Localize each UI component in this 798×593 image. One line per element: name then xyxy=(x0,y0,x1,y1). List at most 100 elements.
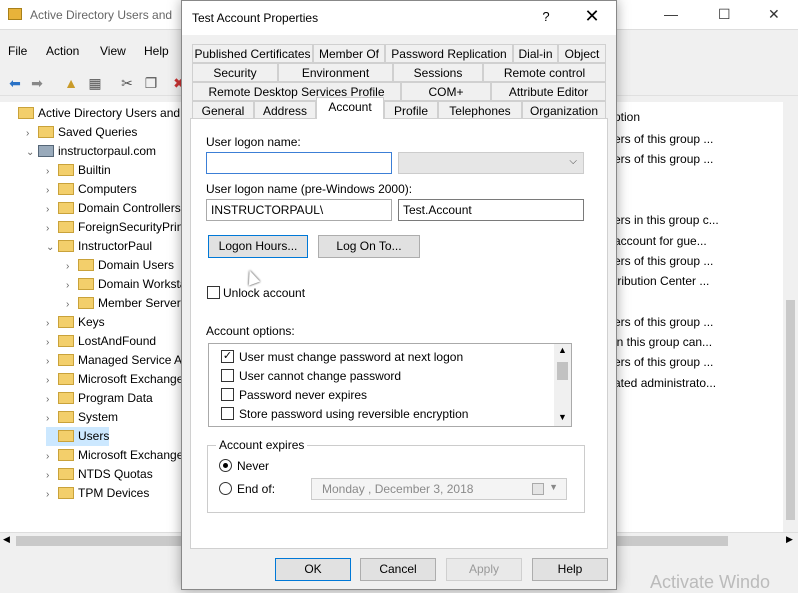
menu-view[interactable]: View xyxy=(100,44,126,58)
tree-item[interactable]: › TPM Devices xyxy=(46,484,149,503)
account-option-label[interactable]: Password never expires xyxy=(239,388,367,402)
tree-item[interactable]: › Microsoft Exchange xyxy=(46,446,182,466)
end-of-radio[interactable] xyxy=(219,482,232,495)
cut-icon[interactable]: ✂ xyxy=(118,74,136,92)
description-cell[interactable]: ated administrato... xyxy=(614,376,716,390)
help-icon[interactable]: ? xyxy=(538,9,554,24)
account-option-checkbox[interactable] xyxy=(221,407,234,420)
maximize-icon[interactable]: ☐ xyxy=(718,6,731,23)
tree-item[interactable]: › Builtin xyxy=(46,161,111,180)
description-cell[interactable]: ers of this group ... xyxy=(614,315,713,329)
back-arrow-icon[interactable]: ⬅ xyxy=(6,74,24,92)
scroll-down-icon[interactable]: ▼ xyxy=(558,412,567,422)
tree-expand-chevron-icon[interactable]: › xyxy=(46,200,58,219)
tab-published-certificates[interactable]: Published Certificates xyxy=(192,44,313,63)
help-button[interactable]: Help xyxy=(532,558,608,581)
tree-expand-chevron-icon[interactable]: › xyxy=(46,219,58,238)
description-cell[interactable]: tribution Center ... xyxy=(614,274,709,288)
tree-item[interactable]: ⌄ instructorpaul.com xyxy=(26,142,156,161)
tree-expand-chevron-icon[interactable]: › xyxy=(46,181,58,200)
account-options-list[interactable]: ✓ User must change password at next logon… xyxy=(208,343,572,427)
description-cell[interactable]: ers of this group ... xyxy=(614,132,713,146)
tab-security[interactable]: Security xyxy=(192,63,278,82)
up-folder-icon[interactable]: ▲ xyxy=(62,74,80,92)
scroll-right-icon[interactable]: ▶ xyxy=(786,534,793,545)
tree-expand-chevron-icon[interactable]: › xyxy=(46,390,58,409)
tree-item[interactable]: Active Directory Users and C xyxy=(6,104,182,123)
cancel-button[interactable]: Cancel xyxy=(360,558,436,581)
tab-com-plus[interactable]: COM+ xyxy=(401,82,491,101)
description-cell[interactable]: ers in this group c... xyxy=(614,213,719,227)
console-tree[interactable]: Active Directory Users and C › Saved Queri… xyxy=(0,102,183,532)
details-vertical-scrollbar[interactable] xyxy=(783,102,798,532)
tree-item[interactable]: › Computers xyxy=(46,180,137,199)
scroll-left-icon[interactable]: ◀ xyxy=(3,534,10,545)
tree-item[interactable]: › Domain Workstat xyxy=(66,275,182,295)
tree-item[interactable]: › Program Data xyxy=(46,389,153,408)
dialog-close-icon[interactable]: ✕ xyxy=(582,6,602,27)
tree-item[interactable]: › Domain Users xyxy=(66,256,174,275)
tab-password-replication[interactable]: Password Replication xyxy=(385,44,513,63)
description-cell[interactable]: in this group can... xyxy=(614,335,712,349)
tree-expand-chevron-icon[interactable]: ⌄ xyxy=(26,143,38,162)
tab-attribute-editor[interactable]: Attribute Editor xyxy=(491,82,606,101)
tree-item[interactable]: › Managed Service Ac xyxy=(46,351,182,370)
window-close-icon[interactable]: ✕ xyxy=(768,6,780,23)
details-pane[interactable]: ption ers of this group ... ers of this g… xyxy=(608,102,783,532)
copy-icon[interactable]: ❐ xyxy=(142,74,160,92)
tree-expand-chevron-icon[interactable]: › xyxy=(66,276,78,295)
tree-item[interactable]: › ForeignSecurityPrinc xyxy=(46,218,182,238)
tab-object[interactable]: Object xyxy=(558,44,606,63)
apply-button[interactable]: Apply xyxy=(446,558,522,581)
tree-expand-chevron-icon[interactable]: › xyxy=(46,485,58,504)
date-chevron-down-icon[interactable]: ▼ xyxy=(549,482,558,492)
account-option-checkbox[interactable] xyxy=(221,388,234,401)
sam-account-name-input[interactable]: Test.Account xyxy=(398,199,584,221)
account-option-label[interactable]: User cannot change password xyxy=(239,369,401,383)
tree-expand-chevron-icon[interactable]: › xyxy=(66,295,78,314)
upn-suffix-dropdown[interactable]: ⌵ xyxy=(398,152,584,174)
column-header-description[interactable]: ption xyxy=(614,110,640,124)
tab-environment[interactable]: Environment xyxy=(278,63,393,82)
tab-sessions[interactable]: Sessions xyxy=(393,63,483,82)
tab-remote-control[interactable]: Remote control xyxy=(483,63,606,82)
account-option-checkbox[interactable]: ✓ xyxy=(221,350,234,363)
tree-item[interactable]: › Microsoft Exchange xyxy=(46,370,182,390)
tree-item[interactable]: › NTDS Quotas xyxy=(46,465,153,484)
never-radio[interactable] xyxy=(219,459,232,472)
tree-expand-chevron-icon[interactable]: › xyxy=(46,371,58,390)
tree-item[interactable]: ⌄ InstructorPaul xyxy=(46,237,152,256)
forward-arrow-icon[interactable]: ➡ xyxy=(28,74,46,92)
menu-file[interactable]: File xyxy=(8,44,27,58)
never-label[interactable]: Never xyxy=(237,459,269,473)
tree-item[interactable]: › Member Servers xyxy=(66,294,182,314)
description-cell[interactable]: ers of this group ... xyxy=(614,355,713,369)
end-of-label[interactable]: End of: xyxy=(237,482,275,496)
tree-item[interactable]: › System xyxy=(46,408,118,427)
logon-hours-button[interactable]: Logon Hours... xyxy=(208,235,308,258)
tree-item[interactable]: › Domain Controllers xyxy=(46,199,181,218)
calendar-icon[interactable] xyxy=(532,483,544,495)
log-on-to-button[interactable]: Log On To... xyxy=(318,235,420,258)
end-of-date-picker[interactable]: Monday , December 3, 2018 ▼ xyxy=(311,478,567,500)
tab-member-of[interactable]: Member Of xyxy=(313,44,385,63)
description-cell[interactable]: ers of this group ... xyxy=(614,152,713,166)
tree-expand-chevron-icon[interactable]: › xyxy=(46,162,58,181)
user-logon-name-input[interactable] xyxy=(206,152,392,174)
tree-expand-chevron-icon[interactable]: › xyxy=(46,466,58,485)
tab-account[interactable]: Account xyxy=(316,97,384,119)
tree-item[interactable]: › Keys xyxy=(46,313,105,332)
unlock-account-label[interactable]: Unlock account xyxy=(223,286,305,300)
menu-action[interactable]: Action xyxy=(46,44,79,58)
tree-expand-chevron-icon[interactable]: › xyxy=(46,447,58,466)
show-tree-icon[interactable]: ▦ xyxy=(86,74,104,92)
tab-dial-in[interactable]: Dial-in xyxy=(513,44,558,63)
ok-button[interactable]: OK xyxy=(275,558,351,581)
account-option-label[interactable]: Store password using reversible encrypti… xyxy=(239,407,468,421)
menu-help[interactable]: Help xyxy=(144,44,169,58)
tree-expand-chevron-icon[interactable]: › xyxy=(46,314,58,333)
tree-expand-chevron-icon[interactable]: › xyxy=(26,124,38,143)
minimize-icon[interactable]: — xyxy=(664,6,678,22)
account-option-checkbox[interactable] xyxy=(221,369,234,382)
tree-item[interactable]: › LostAndFound xyxy=(46,332,156,351)
